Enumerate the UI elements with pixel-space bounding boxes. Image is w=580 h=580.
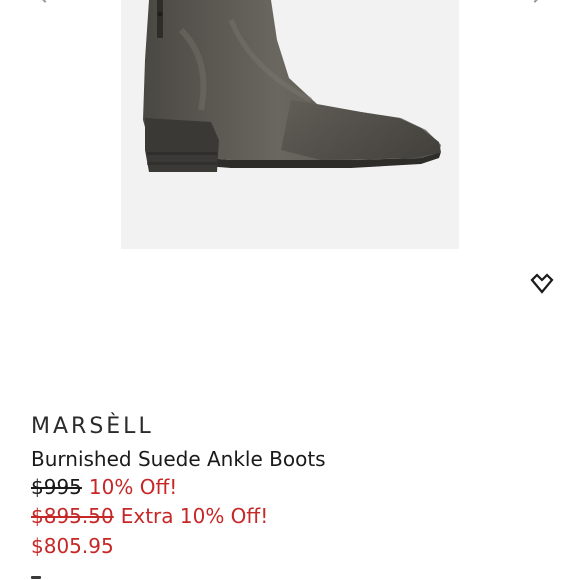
- product-title: Burnished Suede Ankle Boots: [31, 447, 326, 471]
- brand-name[interactable]: MARSÈLL: [31, 411, 154, 443]
- price-line-discounted: $895.50 Extra 10% Off!: [31, 503, 268, 529]
- extra-discount-label: Extra 10% Off!: [120, 504, 269, 528]
- cut-off-text: [31, 572, 47, 580]
- wishlist-icon[interactable]: [528, 272, 556, 296]
- product-image[interactable]: [121, 0, 459, 249]
- final-price: $805.95: [31, 534, 114, 558]
- first-discount-label: 10% Off!: [88, 475, 178, 499]
- price-line-original: $995 10% Off!: [31, 474, 177, 500]
- boot-illustration: [143, 0, 441, 172]
- carousel-prev-icon[interactable]: [35, 0, 55, 3]
- price-line-final: $805.95: [31, 533, 114, 559]
- original-price: $995: [31, 475, 82, 499]
- carousel-next-icon[interactable]: [525, 0, 545, 3]
- discounted-price: $895.50: [31, 504, 114, 528]
- product-detail-page: MARSÈLL Burnished Suede Ankle Boots $995…: [0, 0, 580, 580]
